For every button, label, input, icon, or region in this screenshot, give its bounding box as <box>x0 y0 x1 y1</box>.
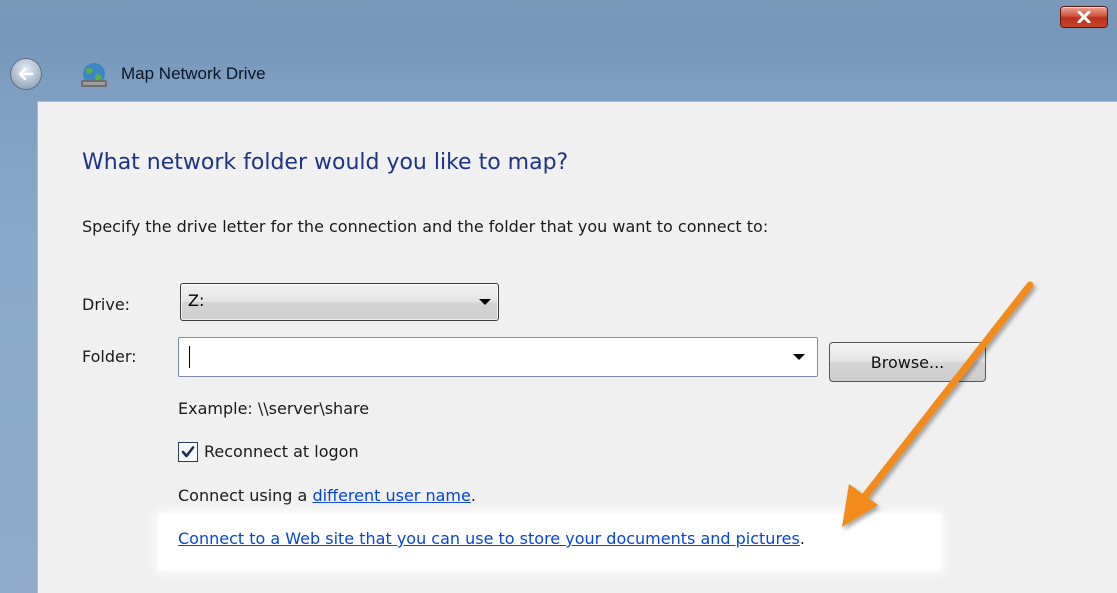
close-button[interactable] <box>1060 6 1108 28</box>
dialog-window: Map Network Drive What network folder wo… <box>0 0 1117 593</box>
reconnect-label[interactable]: Reconnect at logon <box>204 442 359 461</box>
dialog-content: What network folder would you like to ma… <box>37 101 1117 593</box>
window-title: Map Network Drive <box>121 64 266 83</box>
drive-label: Drive: <box>82 295 131 314</box>
network-drive-icon <box>81 63 107 87</box>
folder-label: Folder: <box>82 347 137 366</box>
instructions-text: Specify the drive letter for the connect… <box>82 217 769 236</box>
connect-web-site-row: Connect to a Web site that you can use t… <box>178 529 805 548</box>
different-user-link[interactable]: different user name <box>312 486 470 505</box>
web-site-suffix-text: . <box>799 529 805 548</box>
drive-select-value: Z: <box>188 291 205 310</box>
chevron-down-icon[interactable] <box>793 354 805 360</box>
close-icon <box>1077 11 1091 23</box>
connect-suffix-text: . <box>470 486 476 505</box>
example-text: Example: \\server\share <box>178 399 370 418</box>
folder-input[interactable] <box>178 337 818 377</box>
page-heading: What network folder would you like to ma… <box>82 150 569 175</box>
checkmark-icon <box>181 446 195 458</box>
drive-select[interactable]: Z: <box>180 283 499 321</box>
connect-prefix-text: Connect using a <box>178 486 313 505</box>
reconnect-checkbox[interactable] <box>178 442 198 462</box>
connect-web-site-link[interactable]: Connect to a Web site that you can use t… <box>178 529 800 548</box>
back-arrow-icon <box>18 67 34 81</box>
back-button[interactable] <box>10 58 42 90</box>
chevron-down-icon <box>479 299 491 305</box>
connect-different-user-row: Connect using a different user name. <box>178 486 476 505</box>
text-cursor <box>189 346 190 368</box>
browse-button[interactable]: Browse... <box>829 342 986 382</box>
dialog-header: Map Network Drive <box>0 46 1117 102</box>
